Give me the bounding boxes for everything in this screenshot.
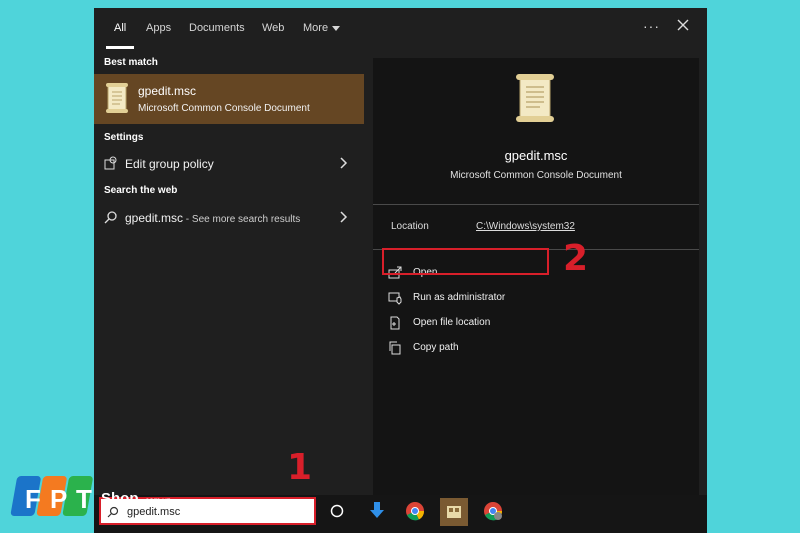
file-location-icon: [390, 316, 400, 330]
best-match-heading: Best match: [104, 57, 158, 68]
task-view-icon[interactable]: [330, 504, 344, 518]
best-match-result[interactable]: gpedit.msc Microsoft Common Console Docu…: [94, 74, 364, 124]
web-search-query: gpedit.msc: [125, 211, 184, 225]
search-web-heading: Search the web: [104, 185, 178, 196]
scroll-document-icon: [516, 74, 554, 122]
tab-all[interactable]: All: [114, 22, 126, 34]
close-icon[interactable]: [672, 14, 694, 36]
chevron-right-icon: [340, 211, 348, 223]
action-open-file-location-label: Open file location: [413, 317, 491, 328]
step-2-label: 2: [563, 238, 589, 279]
policy-icon: [104, 156, 117, 170]
step-1-label: 1: [287, 447, 313, 488]
settings-item-edit-group-policy[interactable]: Edit group policy: [94, 150, 364, 176]
search-icon: [104, 211, 117, 224]
scroll-document-icon: [106, 83, 128, 113]
filter-tabs: All Apps Documents Web More ···: [94, 8, 707, 50]
svg-text:F: F: [25, 484, 41, 514]
taskbar: gpedit.msc: [94, 495, 707, 533]
active-app-highlight[interactable]: [440, 498, 468, 526]
best-match-subtitle: Microsoft Common Console Document: [138, 103, 310, 114]
shield-icon: [388, 292, 402, 305]
open-highlight-box: [382, 248, 549, 275]
action-run-as-admin-label: Run as administrator: [413, 292, 506, 303]
tab-more[interactable]: More: [303, 22, 341, 34]
shop-wordmark: Shop: [101, 490, 139, 507]
action-open-file-location[interactable]: Open file location: [388, 312, 688, 334]
web-search-suffix: - See more search results: [183, 214, 301, 225]
caret-down-icon: [332, 25, 341, 31]
fpt-shop-logo: F P T Shop .com.vn: [10, 472, 180, 527]
preview-subtitle: Microsoft Common Console Document: [450, 170, 622, 181]
web-search-result[interactable]: gpedit.msc - See more search results: [94, 204, 364, 230]
settings-heading: Settings: [104, 132, 144, 143]
action-copy-path[interactable]: Copy path: [388, 337, 688, 359]
web-search-label: gpedit.msc - See more search results: [125, 211, 300, 225]
tab-more-label: More: [303, 22, 329, 34]
divider: [373, 204, 699, 205]
chevron-right-icon: [340, 157, 348, 169]
more-options-icon[interactable]: ···: [643, 18, 660, 34]
tab-web[interactable]: Web: [262, 22, 284, 34]
svg-text:P: P: [50, 484, 67, 514]
results-pane: Best match gpedit.msc Microsoft Common C…: [94, 50, 364, 495]
svg-text:T: T: [76, 484, 92, 514]
active-tab-indicator: [106, 46, 134, 49]
policy-editor-icon: [447, 506, 461, 518]
settings-item-label: Edit group policy: [125, 157, 214, 171]
download-arrow-icon[interactable]: [368, 501, 386, 521]
fpt-logo-icon: F P T: [10, 476, 93, 516]
tab-documents[interactable]: Documents: [189, 22, 245, 34]
chrome-icon[interactable]: [483, 501, 503, 521]
action-copy-path-label: Copy path: [413, 342, 459, 353]
location-label: Location: [391, 221, 429, 232]
preview-pane: gpedit.msc Microsoft Common Console Docu…: [373, 58, 699, 495]
domain-wordmark: .com.vn: [143, 496, 172, 505]
location-link[interactable]: C:\Windows\system32: [476, 221, 575, 232]
tab-apps[interactable]: Apps: [146, 22, 171, 34]
preview-title: gpedit.msc: [504, 148, 568, 163]
copy-icon: [389, 341, 401, 355]
chrome-icon[interactable]: [405, 501, 425, 521]
best-match-title: gpedit.msc: [138, 84, 197, 98]
action-run-as-admin[interactable]: Run as administrator: [388, 287, 688, 309]
